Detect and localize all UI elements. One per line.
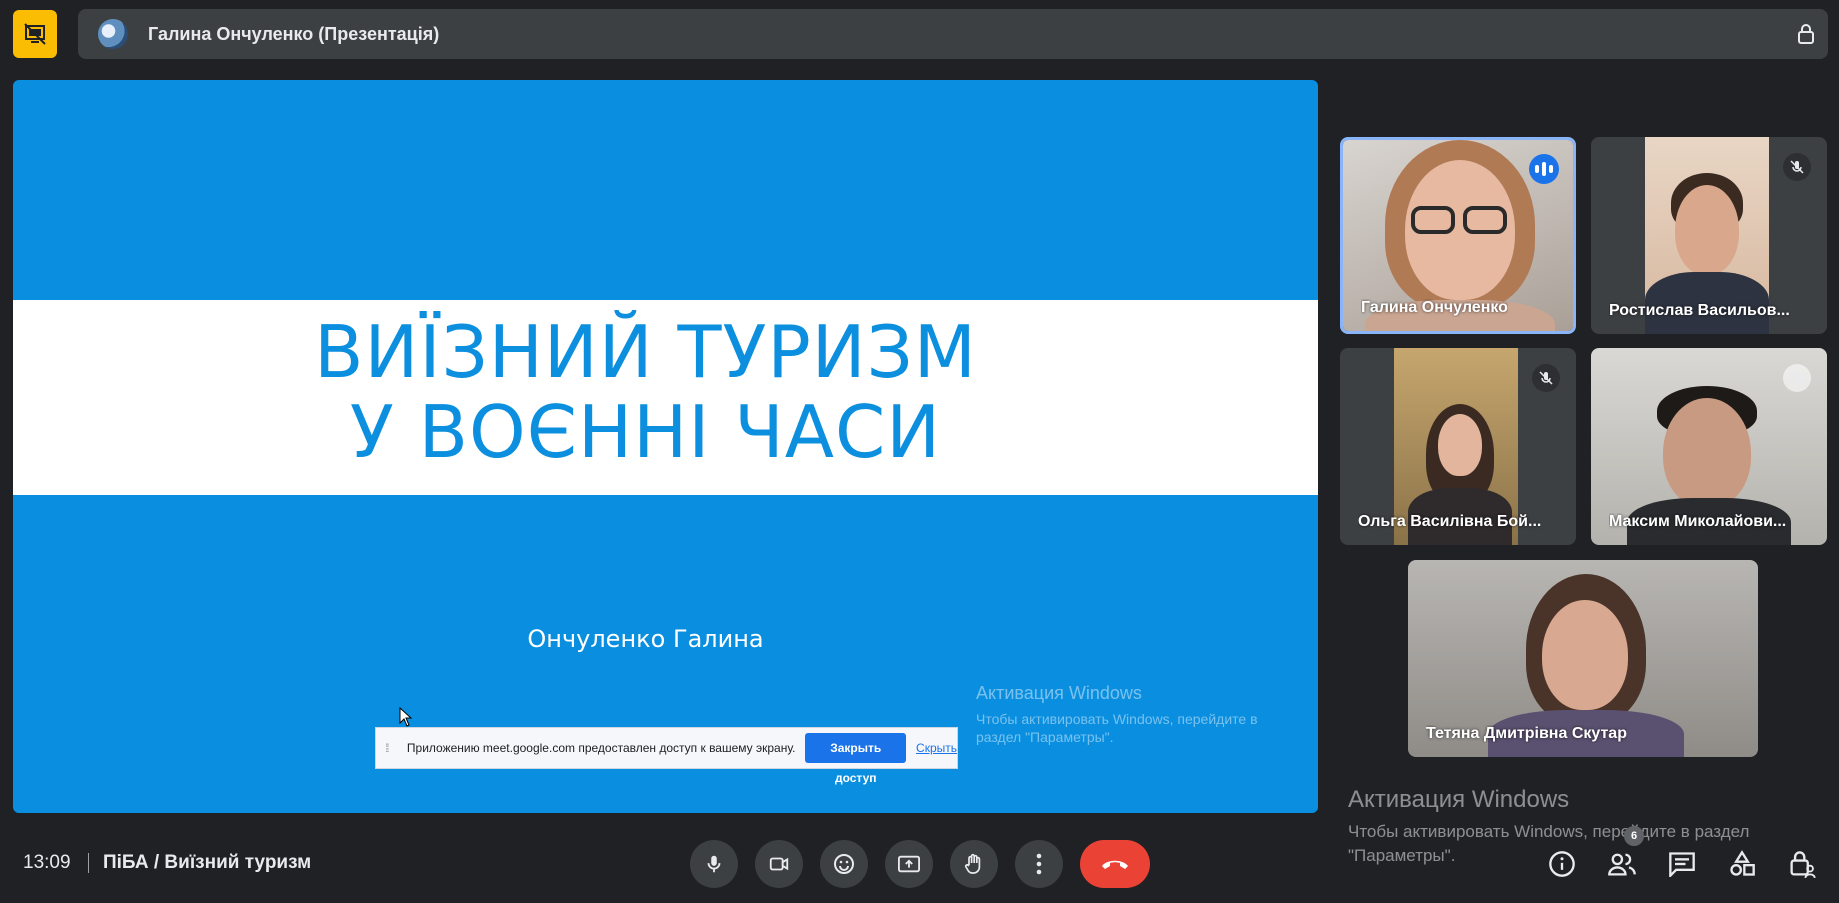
meeting-name: ПіБА / Виїзний туризм (103, 852, 312, 873)
watermark-title: Активация Windows (1348, 786, 1570, 813)
participant-tile[interactable]: Максим Миколайови... (1591, 348, 1827, 545)
microphone-button[interactable] (690, 840, 738, 888)
info-icon (1549, 851, 1575, 877)
participant-name: Галина Ончуленко (1361, 299, 1508, 316)
present-screen-button[interactable] (885, 840, 933, 888)
slide-author: Ончуленко Галина (527, 625, 764, 653)
host-controls-button[interactable] (1786, 848, 1818, 880)
hand-icon (964, 853, 981, 874)
raise-hand-button[interactable] (950, 840, 998, 888)
participant-name: Максим Миколайови... (1609, 513, 1787, 530)
screen-share-notice: ⁞⁞ Приложению meet.google.com предоставл… (375, 727, 958, 785)
stop-sharing-button[interactable]: Закрыть доступ (805, 733, 907, 785)
slide-title-line-2: У ВОЄННІ ЧАСИ (349, 390, 942, 474)
presenter-avatar (98, 19, 128, 49)
presenter-title: Галина Ончуленко (Презентація) (148, 23, 440, 44)
participant-tile[interactable]: Ростислав Васильов... (1591, 137, 1827, 334)
people-button[interactable] (1606, 848, 1638, 880)
hang-up-icon (1102, 860, 1128, 869)
slide-title: ВИЇЗНИЙ ТУРИЗМ У ВОЄННІ ЧАСИ (13, 312, 1318, 472)
present-screen-icon (898, 855, 920, 873)
meeting-time: 13:09 (23, 852, 71, 873)
watermark-title: Активация Windows (976, 683, 1142, 703)
mic-off-icon (1783, 364, 1811, 392)
hide-notice-link[interactable]: Скрыть (916, 741, 957, 755)
share-notice-text: Приложению meet.google.com предоставлен … (406, 741, 796, 755)
activities-button[interactable] (1726, 848, 1758, 880)
watermark-subtitle: Чтобы активировать Windows, перейдите в … (976, 711, 1258, 745)
chat-icon (1669, 852, 1695, 877)
participant-name: Тетяна Дмитрівна Скутар (1426, 725, 1627, 742)
participant-name: Ростислав Васильов... (1609, 302, 1790, 319)
presenter-bar: Галина Ончуленко (Презентація) (78, 9, 1828, 59)
more-vert-icon (1036, 853, 1042, 875)
participant-tile[interactable]: Галина Ончуленко (1340, 137, 1576, 334)
participant-tile[interactable]: Ольга Василівна Бой... (1340, 348, 1576, 545)
presentation-slide: ВИЇЗНИЙ ТУРИЗМ У ВОЄННІ ЧАСИ Ончуленко Г… (13, 80, 1318, 813)
leave-call-button[interactable] (1080, 840, 1150, 888)
participant-name: Ольга Василівна Бой... (1358, 513, 1542, 530)
windows-activation-watermark-slide: Активация Windows Чтобы активировать Win… (976, 683, 1296, 746)
divider (88, 853, 89, 873)
microphone-icon (707, 855, 721, 873)
speaking-indicator-icon (1529, 154, 1559, 184)
more-options-button[interactable] (1015, 840, 1063, 888)
emoji-icon (834, 854, 854, 874)
presentation-off-icon (24, 23, 46, 45)
camera-button[interactable] (755, 840, 803, 888)
lock-icon (1796, 23, 1816, 50)
participant-tile[interactable]: Тетяна Дмитрівна Скутар (1408, 560, 1758, 757)
lock-person-icon (1790, 851, 1816, 879)
mic-off-icon (1783, 153, 1811, 181)
meeting-details-button[interactable] (1546, 848, 1578, 880)
chat-button[interactable] (1666, 848, 1698, 880)
activities-icon (1730, 850, 1755, 876)
video-camera-icon (769, 857, 789, 871)
people-icon (1608, 853, 1636, 876)
call-controls (690, 840, 1150, 888)
drag-handle-icon[interactable]: ⁞⁞ (385, 741, 391, 755)
reactions-button[interactable] (820, 840, 868, 888)
mic-off-icon (1532, 364, 1560, 392)
mouse-cursor-icon (399, 706, 413, 732)
participant-count-badge: 6 (1624, 826, 1644, 846)
slide-title-line-1: ВИЇЗНИЙ ТУРИЗМ (314, 310, 977, 394)
stop-presenting-icon[interactable] (13, 10, 57, 58)
